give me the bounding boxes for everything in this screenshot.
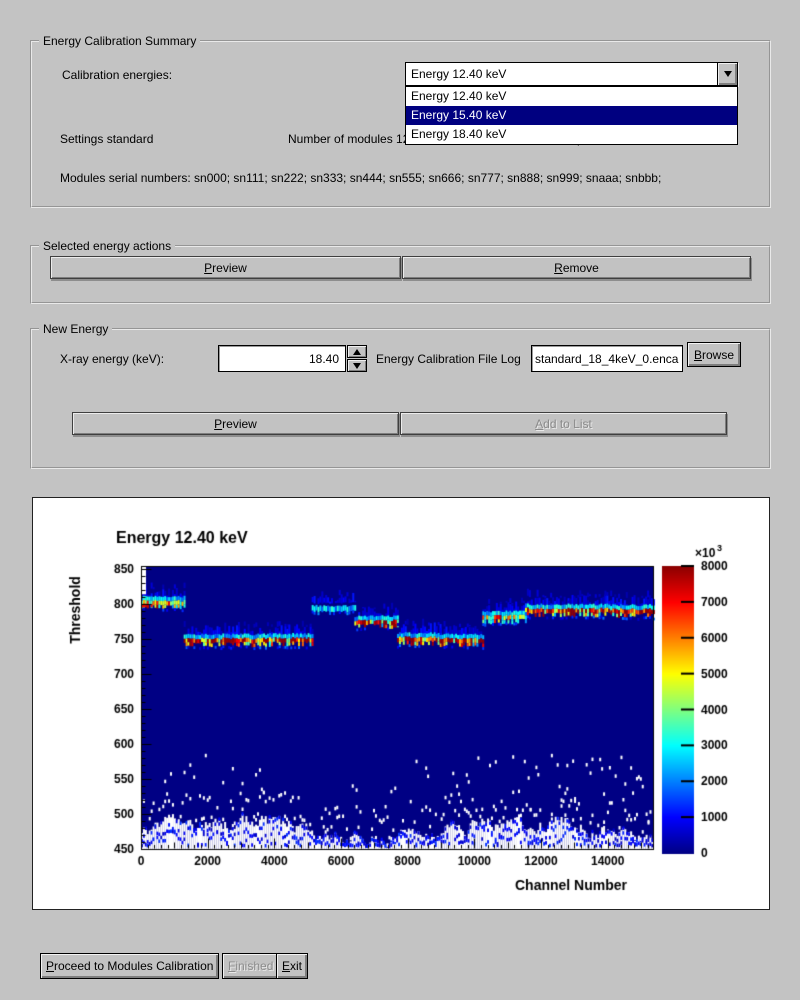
proceed-to-modules-calibration-button[interactable]: Proceed to Modules Calibration — [40, 953, 219, 979]
dropdown-item[interactable]: Energy 12.40 keV — [406, 87, 737, 106]
preview-selected-button[interactable]: Preview — [50, 256, 401, 279]
settings-label: Settings standard — [60, 132, 153, 146]
xray-energy-spinbox[interactable] — [218, 345, 346, 372]
dropdown-item[interactable]: Energy 18.40 keV — [406, 125, 737, 144]
browse-button[interactable]: Browse — [687, 342, 741, 367]
calibration-plot-panel — [32, 497, 770, 910]
group-title: Selected energy actions — [39, 239, 175, 253]
exit-button[interactable]: Exit — [276, 953, 308, 979]
calibration-plot-canvas — [33, 498, 769, 909]
file-log-label: Energy Calibration File Log — [376, 352, 521, 366]
spin-down-button[interactable] — [347, 359, 367, 372]
spin-up-button[interactable] — [347, 345, 367, 358]
finished-button: Finished — [222, 953, 279, 979]
combobox-value: Energy 12.40 keV — [406, 67, 717, 81]
remove-selected-button[interactable]: Remove — [402, 256, 751, 279]
group-title: New Energy — [39, 322, 112, 336]
add-to-list-button: Add to List — [400, 412, 727, 435]
arrow-down-icon — [353, 363, 361, 369]
dropdown-item[interactable]: Energy 15.40 keV — [406, 106, 737, 125]
calibration-energy-combobox[interactable]: Energy 12.40 keV — [405, 62, 738, 86]
calibration-energies-label: Calibration energies: — [62, 68, 172, 82]
preview-new-button[interactable]: Preview — [72, 412, 399, 435]
file-log-input[interactable] — [531, 345, 683, 372]
modules-count-label: Number of modules 12 — [288, 132, 409, 146]
xray-energy-label: X-ray energy (keV): — [60, 352, 164, 366]
combobox-arrow-button[interactable] — [717, 63, 737, 85]
energy-calibration-window: { "summary": { "title": "Energy Calibrat… — [0, 0, 800, 1000]
energy-dropdown-list: Energy 12.40 keVEnergy 15.40 keVEnergy 1… — [405, 86, 738, 145]
arrow-up-icon — [353, 349, 361, 355]
serial-numbers-text: Modules serial numbers: sn000; sn111; sn… — [60, 171, 661, 185]
chevron-down-icon — [724, 71, 732, 77]
group-title: Energy Calibration Summary — [39, 34, 200, 48]
